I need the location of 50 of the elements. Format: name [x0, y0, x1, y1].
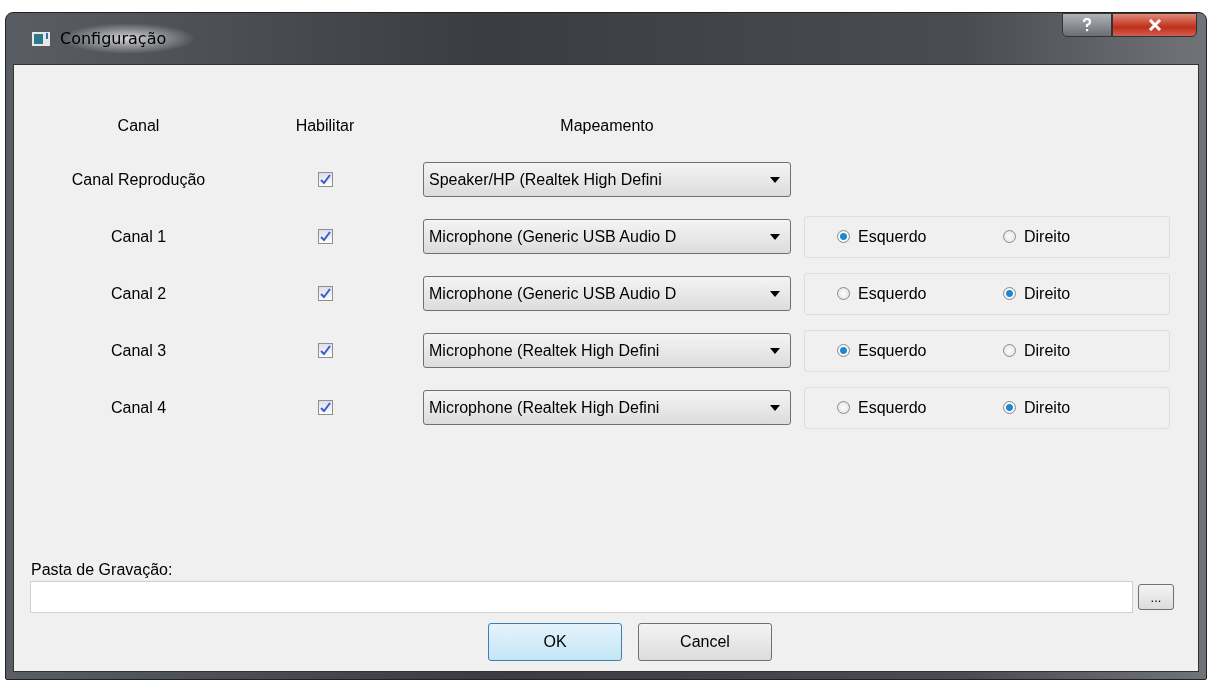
radio-dot[interactable] — [1003, 287, 1016, 300]
browse-button[interactable]: ... — [1138, 584, 1174, 610]
side-radio[interactable]: Esquerdo — [837, 227, 1003, 246]
caret-icon — [770, 290, 780, 297]
caret-icon — [770, 347, 780, 354]
radio-dot[interactable] — [837, 287, 850, 300]
enable-checkbox[interactable] — [317, 229, 333, 244]
folder-label: Pasta de Gravação: — [31, 561, 174, 579]
channel-label: Canal 2 — [109, 284, 168, 303]
column-header: Habilitar — [294, 117, 356, 135]
side-radio[interactable]: Esquerdo — [837, 284, 1003, 303]
channel-label: Canal 4 — [109, 398, 168, 417]
column-header: Mapeamento — [559, 117, 655, 135]
device-dropdown[interactable]: Microphone (Realtek High Defini — [423, 333, 791, 368]
radio-dot[interactable] — [837, 401, 850, 414]
radio-dot[interactable] — [837, 230, 850, 243]
radio-dot[interactable] — [1003, 401, 1016, 414]
channel-label: Canal 3 — [109, 341, 168, 360]
side-radio[interactable]: Esquerdo — [837, 398, 1003, 417]
channel-label: Canal Reprodução — [70, 170, 207, 189]
caret-icon — [770, 404, 780, 411]
device-dropdown[interactable]: Microphone (Generic USB Audio D — [423, 276, 791, 311]
side-radio[interactable]: Direito — [1003, 398, 1169, 417]
channel-label: Canal 1 — [109, 227, 168, 246]
window-title: Configuração — [60, 23, 197, 54]
question-icon — [1082, 18, 1092, 32]
side-radio[interactable]: Direito — [1003, 227, 1169, 246]
side-radio[interactable]: Direito — [1003, 284, 1169, 303]
enable-checkbox[interactable] — [317, 286, 333, 301]
device-dropdown[interactable]: Speaker/HP (Realtek High Defini — [423, 162, 791, 197]
help-button[interactable] — [1062, 13, 1112, 37]
close-button[interactable] — [1112, 13, 1197, 37]
close-icon — [1147, 19, 1162, 31]
device-dropdown[interactable]: Microphone (Realtek High Defini — [423, 390, 791, 425]
radio-dot[interactable] — [837, 344, 850, 357]
device-dropdown[interactable]: Microphone (Generic USB Audio D — [423, 219, 791, 254]
radio-dot[interactable] — [1003, 344, 1016, 357]
dialog-button[interactable]: Cancel — [638, 623, 772, 661]
enable-checkbox[interactable] — [317, 400, 333, 415]
enable-checkbox[interactable] — [317, 172, 333, 187]
side-radio[interactable]: Esquerdo — [837, 341, 1003, 360]
caret-icon — [770, 176, 780, 183]
enable-checkbox[interactable] — [317, 343, 333, 358]
dialog-button[interactable]: OK — [488, 623, 622, 661]
radio-dot[interactable] — [1003, 230, 1016, 243]
caret-icon — [770, 233, 780, 240]
column-header: Canal — [116, 117, 161, 135]
app-icon — [32, 31, 50, 46]
folder-field[interactable] — [30, 581, 1133, 613]
side-radio[interactable]: Direito — [1003, 341, 1169, 360]
